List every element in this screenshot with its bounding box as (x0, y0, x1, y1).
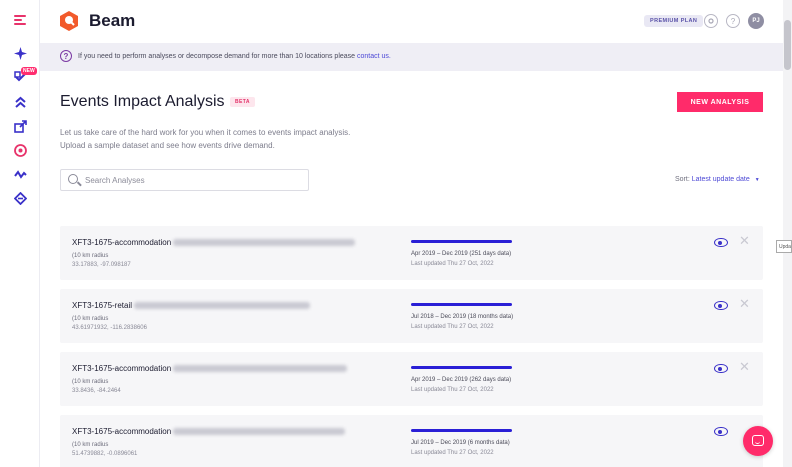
banner-text: If you need to perform analyses or decom… (78, 53, 356, 60)
analysis-name-text: XFT3-1675-accommodation (72, 364, 172, 373)
close-icon[interactable]: ✕ (739, 297, 750, 310)
avatar[interactable]: PJ (748, 13, 764, 29)
chat-launcher-button[interactable] (743, 426, 773, 456)
data-range-bar (411, 366, 512, 369)
search-input[interactable] (85, 173, 300, 188)
redacted-text (134, 302, 311, 310)
banner-message: If you need to perform analyses or decom… (78, 53, 391, 60)
analysis-card[interactable]: XFT3-1675-retail (10 km radius 43.619719… (60, 289, 763, 343)
top-header: Beam PREMIUM PLAN ? PJ (40, 0, 792, 43)
analysis-name-text: XFT3-1675-accommodation (72, 238, 172, 247)
target-icon[interactable] (12, 142, 28, 158)
last-updated-text: Last updated Thu 27 Oct, 2022 (411, 450, 494, 456)
eye-icon[interactable] (714, 238, 728, 247)
sort-dropdown[interactable]: Latest update date (692, 176, 750, 183)
question-icon: ? (60, 50, 72, 62)
new-badge: NEW (21, 67, 37, 75)
data-range-text: Apr 2019 – Dec 2019 (251 days data) (411, 251, 512, 257)
data-range-text: Jul 2018 – Dec 2019 (18 months data) (411, 314, 514, 320)
redacted-text (173, 428, 346, 436)
chevrons-up-icon[interactable] (12, 94, 28, 110)
diamond-arrows-icon[interactable] (12, 190, 28, 206)
analysis-card[interactable]: XFT3-1675-accommodation (10 km radius 33… (60, 352, 763, 406)
chat-bubble-icon (752, 435, 764, 446)
data-range-text: Apr 2019 – Dec 2019 (262 days data) (411, 377, 512, 383)
redacted-text (173, 239, 356, 247)
analysis-coords: 51.4739882, -0.0896061 (72, 451, 138, 457)
analysis-name: XFT3-1675-accommodation (72, 427, 346, 436)
sparkle-icon[interactable] (12, 45, 28, 61)
gear-icon[interactable] (704, 14, 718, 28)
last-updated-text: Last updated Thu 27 Oct, 2022 (411, 261, 494, 267)
app-root: NEW Beam PREMIUM PLAN ? PJ ? If you need… (0, 0, 792, 467)
scrollbar[interactable] (783, 0, 792, 467)
analysis-card[interactable]: XFT3-1675-accommodation (10 km radius 33… (60, 226, 763, 280)
page-title: Events Impact Analysis (60, 93, 225, 110)
data-range-bar (411, 240, 512, 243)
eye-icon[interactable] (714, 427, 728, 436)
eye-icon[interactable] (714, 301, 728, 310)
last-updated-text: Last updated Thu 27 Oct, 2022 (411, 324, 494, 330)
last-updated-text: Last updated Thu 27 Oct, 2022 (411, 387, 494, 393)
scrollbar-thumb[interactable] (784, 20, 791, 70)
sort-control[interactable]: Sort: Latest update date ▼ (675, 176, 760, 183)
data-range-bar (411, 303, 512, 306)
beta-badge: BETA (230, 97, 255, 107)
intro-line-1: Let us take care of the hard work for yo… (60, 128, 351, 137)
info-banner: ? If you need to perform analyses or dec… (40, 43, 783, 71)
analysis-name: XFT3-1675-accommodation (72, 364, 348, 373)
analysis-coords: 33.8436, -84.2464 (72, 388, 121, 394)
analysis-radius: (10 km radius (72, 442, 109, 448)
intro-text: Let us take care of the hard work for yo… (60, 126, 350, 152)
beam-logo-icon (60, 11, 78, 31)
data-range-text: Jul 2019 – Dec 2019 (6 months data) (411, 440, 510, 446)
analysis-radius: (10 km radius (72, 253, 109, 259)
hamburger-menu-icon[interactable] (14, 15, 26, 25)
wave-icon[interactable] (12, 166, 28, 182)
sidebar: NEW (0, 0, 40, 467)
analysis-coords: 33.17883, -97.098187 (72, 262, 131, 268)
analysis-name-text: XFT3-1675-accommodation (72, 427, 172, 436)
analysis-coords: 43.61971932, -116.2838606 (72, 325, 147, 331)
caret-down-icon[interactable]: ▼ (755, 177, 760, 183)
close-icon[interactable]: ✕ (739, 360, 750, 373)
analysis-name-text: XFT3-1675-retail (72, 301, 133, 310)
search-box[interactable] (60, 169, 309, 191)
new-analysis-button[interactable]: NEW ANALYSIS (677, 92, 763, 112)
redacted-text (173, 365, 348, 373)
close-icon[interactable]: ✕ (739, 234, 750, 247)
analysis-radius: (10 km radius (72, 316, 109, 322)
search-icon (68, 174, 78, 184)
tooltip: Upda (776, 240, 792, 253)
premium-plan-badge[interactable]: PREMIUM PLAN (644, 15, 704, 27)
sort-label: Sort: (675, 176, 690, 183)
intro-line-2: Upload a sample dataset and see how even… (60, 141, 275, 150)
analysis-radius: (10 km radius (72, 379, 109, 385)
analysis-name: XFT3-1675-retail (72, 301, 311, 310)
contact-us-link[interactable]: contact us. (357, 53, 391, 60)
analysis-card[interactable]: XFT3-1675-accommodation (10 km radius 51… (60, 415, 763, 467)
external-link-icon[interactable] (12, 118, 28, 134)
help-icon[interactable]: ? (726, 14, 740, 28)
data-range-bar (411, 429, 512, 432)
brand-name: Beam (89, 11, 136, 30)
eye-icon[interactable] (714, 364, 728, 373)
analysis-name: XFT3-1675-accommodation (72, 238, 356, 247)
